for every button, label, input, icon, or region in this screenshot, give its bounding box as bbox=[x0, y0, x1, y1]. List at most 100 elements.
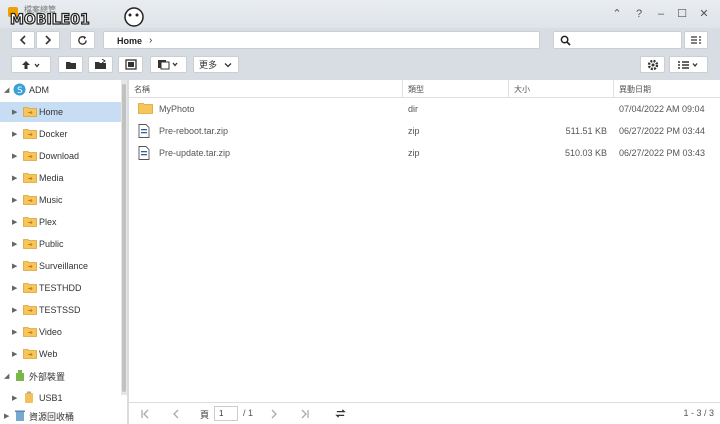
tree-expand-icon[interactable]: ▶ bbox=[12, 218, 17, 226]
folder-icon bbox=[23, 326, 37, 337]
column-header-size[interactable]: 大小 bbox=[509, 80, 614, 97]
tree-expand-icon[interactable]: ▶ bbox=[12, 262, 17, 270]
forward-button[interactable] bbox=[36, 31, 60, 49]
tree-item-recycle-bin[interactable]: ▶ 資源回收桶 bbox=[0, 406, 122, 424]
copy-move-button[interactable] bbox=[150, 56, 187, 73]
tree-item-testhdd[interactable]: ▶ TESTHDD bbox=[0, 278, 122, 298]
tree-item-adm[interactable]: ◢ S ADM bbox=[0, 80, 122, 100]
tree-label: 外部裝置 bbox=[29, 371, 66, 382]
tree-item-public[interactable]: ▶ Public bbox=[0, 234, 122, 254]
folder-icon bbox=[23, 150, 37, 161]
minimize-button[interactable]: – bbox=[653, 6, 669, 22]
tree-expand-icon[interactable]: ▶ bbox=[12, 306, 17, 314]
back-button[interactable] bbox=[11, 31, 35, 49]
tree-expand-icon[interactable]: ▶ bbox=[12, 240, 17, 248]
page-input[interactable]: 1 bbox=[214, 406, 238, 421]
copy-icon bbox=[157, 60, 178, 70]
tree-item-external-devices[interactable]: ◢ 外部裝置 bbox=[0, 366, 122, 386]
refresh-icon bbox=[78, 35, 87, 45]
collapse-button[interactable]: ⌃ bbox=[609, 6, 625, 22]
search-input[interactable] bbox=[553, 31, 682, 49]
tree-item-testssd[interactable]: ▶ TESTSSD bbox=[0, 300, 122, 320]
tree-expand-icon[interactable]: ▶ bbox=[12, 328, 17, 336]
file-row[interactable]: MyPhoto dir 07/04/2022 AM 09:04 bbox=[129, 98, 720, 120]
more-label: 更多 bbox=[198, 60, 217, 70]
pager-bar: 頁 1 / 1 1 - 3 / 3 bbox=[129, 402, 720, 424]
folder-icon bbox=[23, 282, 37, 293]
file-name[interactable]: Pre-update.tar.zip bbox=[159, 148, 230, 158]
column-header-modified[interactable]: 異動日期 bbox=[614, 80, 720, 97]
app-title: 檔案總管 bbox=[24, 5, 56, 14]
new-folder-button[interactable] bbox=[58, 56, 83, 73]
select-button[interactable] bbox=[118, 56, 143, 73]
tree-expand-icon[interactable]: ▶ bbox=[12, 108, 17, 116]
file-name[interactable]: Pre-reboot.tar.zip bbox=[159, 126, 228, 136]
refresh-button[interactable] bbox=[70, 31, 95, 49]
folder-icon bbox=[23, 128, 37, 139]
file-modified: 06/27/2022 PM 03:44 bbox=[619, 126, 706, 136]
prev-page-icon[interactable] bbox=[171, 409, 181, 419]
refresh-list-icon[interactable] bbox=[335, 408, 346, 419]
tree-item-surveillance[interactable]: ▶ Surveillance bbox=[0, 256, 122, 276]
tree-item-web[interactable]: ▶ Web bbox=[0, 344, 122, 364]
file-row[interactable]: Pre-reboot.tar.zip zip 511.51 KB 06/27/2022… bbox=[129, 120, 720, 142]
tree-item-download[interactable]: ▶ Download bbox=[0, 146, 122, 166]
file-type: zip bbox=[408, 126, 420, 136]
upload-button[interactable] bbox=[11, 56, 51, 73]
tree-item-media[interactable]: ▶ Media bbox=[0, 168, 122, 188]
folder-icon bbox=[23, 348, 37, 359]
tree-label: Web bbox=[39, 349, 58, 359]
tree-expand-icon[interactable]: ▶ bbox=[12, 130, 17, 138]
tree-item-music[interactable]: ▶ Music bbox=[0, 190, 122, 210]
gear-icon bbox=[647, 59, 658, 70]
tree-item-usb1[interactable]: ▶ USB1 bbox=[0, 388, 122, 408]
folder-icon bbox=[23, 216, 37, 227]
folder-icon bbox=[23, 260, 37, 271]
file-type: zip bbox=[408, 148, 420, 158]
tree-label: TESTSSD bbox=[39, 305, 81, 315]
usb-device-icon bbox=[14, 369, 26, 382]
column-header-type[interactable]: 類型 bbox=[403, 80, 509, 97]
more-button[interactable]: 更多 bbox=[193, 56, 239, 73]
tree-expand-icon[interactable]: ▶ bbox=[12, 350, 17, 358]
tree-label: Docker bbox=[39, 129, 68, 139]
folder-tree: ◢ S ADM ▶ Home ▶ Docker ▶ Download ▶ Media ▶ Musi… bbox=[0, 80, 127, 424]
view-mode-button[interactable] bbox=[669, 56, 708, 73]
settings-button[interactable] bbox=[640, 56, 665, 73]
help-button[interactable]: ? bbox=[631, 6, 647, 22]
tree-expand-icon[interactable]: ◢ bbox=[4, 86, 9, 94]
tree-expand-icon[interactable]: ▶ bbox=[4, 412, 9, 420]
maximize-button[interactable]: ☐ bbox=[674, 6, 690, 22]
close-button[interactable]: ✕ bbox=[696, 6, 712, 22]
file-name[interactable]: MyPhoto bbox=[159, 104, 195, 114]
tree-expand-icon[interactable]: ◢ bbox=[4, 372, 9, 380]
tree-expand-icon[interactable]: ▶ bbox=[12, 152, 17, 160]
search-options-button[interactable] bbox=[684, 31, 708, 49]
page-total: / 1 bbox=[243, 408, 254, 418]
tree-expand-icon[interactable]: ▶ bbox=[12, 174, 17, 182]
tree-item-video[interactable]: ▶ Video bbox=[0, 322, 122, 342]
tree-expand-icon[interactable]: ▶ bbox=[12, 394, 17, 402]
new-share-button[interactable] bbox=[88, 56, 113, 73]
tree-item-docker[interactable]: ▶ Docker bbox=[0, 124, 122, 144]
usb-drive-icon bbox=[23, 391, 35, 404]
folder-icon bbox=[23, 194, 37, 205]
first-page-icon[interactable] bbox=[140, 409, 150, 419]
tree-label: Media bbox=[39, 173, 64, 183]
upload-icon bbox=[22, 60, 40, 69]
tree-item-home[interactable]: ▶ Home bbox=[0, 102, 122, 122]
column-header-name[interactable]: 名稱 bbox=[129, 80, 403, 97]
tree-expand-icon[interactable]: ▶ bbox=[12, 196, 17, 204]
item-count: 1 - 3 / 3 bbox=[683, 408, 714, 418]
path-bar[interactable]: Home › bbox=[103, 31, 540, 49]
tree-expand-icon[interactable]: ▶ bbox=[12, 284, 17, 292]
tree-label: Video bbox=[39, 327, 62, 337]
tree-item-plex[interactable]: ▶ Plex bbox=[0, 212, 122, 232]
next-page-icon[interactable] bbox=[269, 409, 279, 419]
file-modified: 07/04/2022 AM 09:04 bbox=[619, 104, 705, 114]
last-page-icon[interactable] bbox=[300, 409, 310, 419]
sidebar-scroll-thumb[interactable] bbox=[122, 84, 126, 392]
path-segment-home[interactable]: Home bbox=[117, 36, 142, 46]
file-row[interactable]: Pre-update.tar.zip zip 510.03 KB 06/27/2022… bbox=[129, 142, 720, 164]
file-modified: 06/27/2022 PM 03:43 bbox=[619, 148, 706, 158]
